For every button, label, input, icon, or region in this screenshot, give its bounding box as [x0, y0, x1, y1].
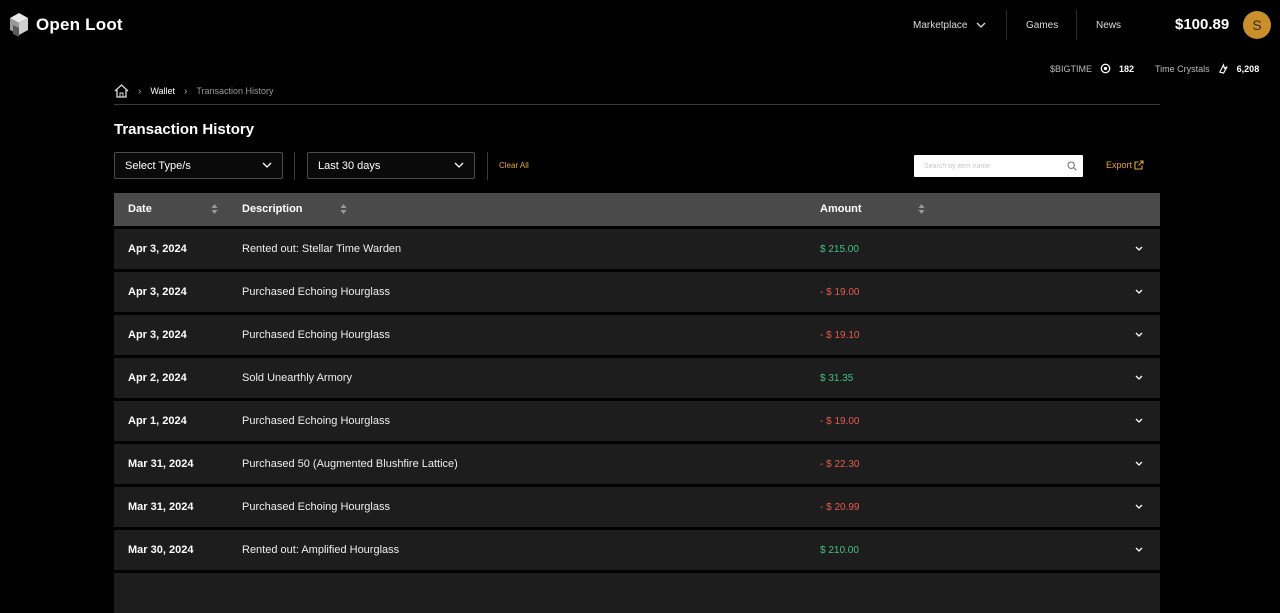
search-icon[interactable]	[1067, 161, 1077, 171]
bigtime-token-icon	[1100, 63, 1111, 74]
open-loot-logo-icon	[10, 13, 28, 37]
search-box	[914, 155, 1083, 177]
chevron-right-icon: ›	[184, 85, 188, 97]
clear-all-button[interactable]: Clear All	[499, 161, 529, 170]
row-description: Rented out: Stellar Time Warden	[242, 243, 402, 255]
transactions-table: Date Description Amount Apr 3, 2024 Rent…	[114, 193, 1160, 613]
column-date-label: Date	[128, 203, 152, 215]
currency-value: 6,208	[1236, 63, 1260, 74]
row-amount: $ 31.35	[820, 373, 854, 384]
breadcrumb: › Wallet › Transaction History	[114, 84, 274, 98]
expand-chevron-icon[interactable]	[1134, 417, 1144, 425]
export-button[interactable]: Export	[1106, 160, 1144, 170]
chevron-down-icon	[454, 162, 464, 168]
type-select[interactable]: Select Type/s	[114, 152, 283, 179]
row-date: Apr 2, 2024	[128, 372, 187, 384]
row-date: Mar 31, 2024	[128, 501, 194, 513]
nav-games[interactable]: Games	[1026, 20, 1058, 31]
brand-logo[interactable]: Open Loot	[8, 11, 123, 39]
row-date: Apr 1, 2024	[128, 415, 187, 427]
breadcrumb-current: Transaction History	[196, 86, 274, 96]
expand-chevron-icon[interactable]	[1134, 245, 1144, 253]
row-amount: - $ 22.30	[820, 459, 860, 470]
home-icon[interactable]	[114, 84, 129, 98]
nav-news[interactable]: News	[1096, 20, 1121, 31]
expand-chevron-icon[interactable]	[1134, 546, 1144, 554]
currency-label: Time Crystals	[1155, 63, 1210, 74]
expand-chevron-icon[interactable]	[1134, 288, 1144, 296]
export-label: Export	[1106, 160, 1133, 170]
table-row[interactable]: Apr 1, 2024 Purchased Echoing Hourglass …	[114, 401, 1160, 441]
column-description[interactable]: Description	[242, 203, 303, 215]
table-row[interactable]: Apr 3, 2024 Purchased Echoing Hourglass …	[114, 315, 1160, 355]
table-row[interactable]	[114, 573, 1160, 613]
row-description: Purchased Echoing Hourglass	[242, 501, 390, 513]
external-link-icon	[1134, 160, 1144, 170]
table-row[interactable]: Mar 31, 2024 Purchased Echoing Hourglass…	[114, 487, 1160, 527]
page-title: Transaction History	[114, 121, 255, 138]
row-amount: - $ 19.00	[820, 416, 860, 427]
time-crystal-icon	[1218, 63, 1228, 74]
row-amount: - $ 19.00	[820, 287, 860, 298]
sort-icon[interactable]	[340, 202, 347, 216]
expand-chevron-icon[interactable]	[1134, 331, 1144, 339]
chevron-down-icon	[977, 22, 986, 28]
nav-news-label: News	[1096, 20, 1122, 31]
table-row[interactable]: Apr 2, 2024 Sold Unearthly Armory $ 31.3…	[114, 358, 1160, 398]
nav-divider	[1006, 10, 1007, 40]
row-description: Purchased 50 (Augmented Blushfire Lattic…	[242, 458, 458, 470]
chevron-right-icon: ›	[138, 85, 142, 97]
table-header: Date Description Amount	[114, 193, 1160, 226]
row-date: Apr 3, 2024	[128, 286, 187, 298]
filter-divider	[294, 152, 295, 180]
nav-marketplace[interactable]: Marketplace	[913, 20, 986, 31]
nav-divider	[1076, 10, 1077, 40]
row-amount: - $ 20.99	[820, 502, 860, 513]
row-description: Purchased Echoing Hourglass	[242, 415, 390, 427]
row-amount: $ 215.00	[820, 244, 859, 255]
column-date[interactable]: Date	[128, 203, 152, 215]
table-row[interactable]: Mar 31, 2024 Purchased 50 (Augmented Blu…	[114, 444, 1160, 484]
column-amount[interactable]: Amount	[820, 203, 862, 215]
date-range-select[interactable]: Last 30 days	[307, 152, 475, 179]
avatar[interactable]: S	[1243, 11, 1271, 39]
row-description: Purchased Echoing Hourglass	[242, 286, 390, 298]
filter-divider	[487, 152, 488, 180]
divider	[114, 104, 1160, 105]
row-description: Rented out: Amplified Hourglass	[242, 544, 400, 556]
table-row[interactable]: Apr 3, 2024 Rented out: Stellar Time War…	[114, 229, 1160, 269]
expand-chevron-icon[interactable]	[1134, 374, 1144, 382]
brand-name: Open Loot	[36, 15, 123, 34]
date-range-select-value: Last 30 days	[318, 159, 381, 172]
row-amount: $ 210.00	[820, 545, 859, 556]
wallet-balance[interactable]: $100.89	[1175, 16, 1229, 33]
table-row[interactable]: Mar 30, 2024 Rented out: Amplified Hourg…	[114, 530, 1160, 570]
currency-value: 182	[1119, 63, 1135, 74]
nav-games-label: Games	[1026, 20, 1059, 31]
currency-label: $BIGTIME	[1050, 63, 1093, 74]
nav-marketplace-label: Marketplace	[913, 20, 968, 31]
table-row[interactable]: Apr 3, 2024 Purchased Echoing Hourglass …	[114, 272, 1160, 312]
expand-chevron-icon[interactable]	[1134, 503, 1144, 511]
search-input[interactable]	[924, 162, 1064, 170]
sort-icon[interactable]	[211, 202, 218, 216]
breadcrumb-wallet[interactable]: Wallet	[150, 86, 175, 96]
type-select-value: Select Type/s	[125, 159, 191, 172]
row-date: Mar 30, 2024	[128, 544, 194, 556]
currency-time-crystals: Time Crystals 6,208	[1155, 63, 1259, 74]
row-date: Apr 3, 2024	[128, 243, 187, 255]
sort-icon[interactable]	[918, 202, 925, 216]
currency-bigtime: $BIGTIME 182	[1050, 63, 1134, 74]
expand-chevron-icon[interactable]	[1134, 460, 1144, 468]
row-amount: - $ 19.10	[820, 330, 860, 341]
chevron-down-icon	[262, 162, 272, 168]
column-amount-label: Amount	[820, 203, 862, 215]
row-date: Mar 31, 2024	[128, 458, 194, 470]
top-nav: Open Loot Marketplace Games News $100.89…	[0, 0, 1280, 52]
row-description: Sold Unearthly Armory	[242, 372, 353, 384]
row-date: Apr 3, 2024	[128, 329, 187, 341]
row-description: Purchased Echoing Hourglass	[242, 329, 390, 341]
column-description-label: Description	[242, 203, 303, 215]
